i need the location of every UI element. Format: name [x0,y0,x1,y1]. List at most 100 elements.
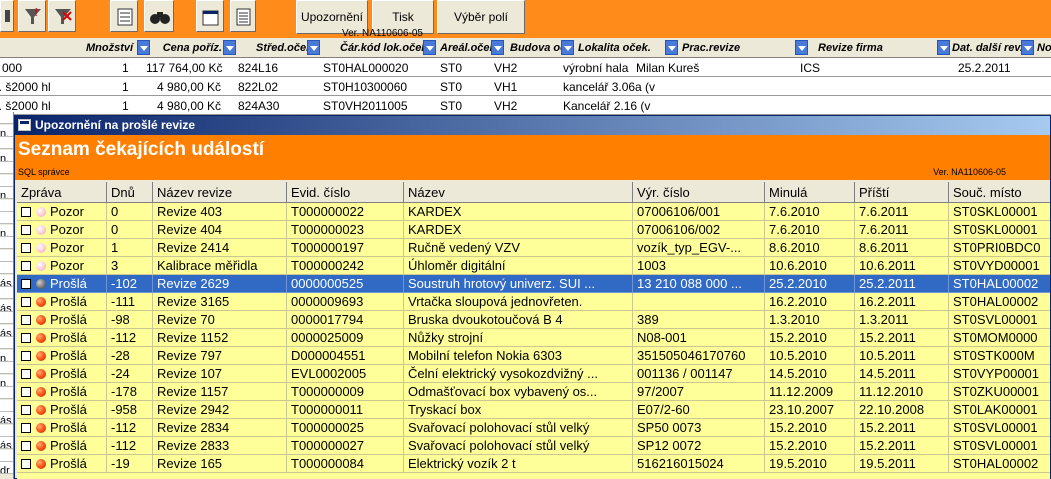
bg-left-cell [0,362,13,374]
table-row[interactable]: Prošlá -19 Revize 165 T000000084 Elektrický … [17,455,1050,473]
cell-dnu: -111 [107,293,153,311]
dropdown-arrow-icon[interactable] [137,40,150,55]
bg-col-header[interactable]: Lokalita oček. [578,38,678,58]
bg-left-cell [0,399,13,412]
row-checkbox[interactable] [21,459,31,469]
vyber-poli-button[interactable]: Výběr polí [437,0,525,34]
bg-table-row[interactable]: 000 1 117 764,00 Kč 824L16 ST0HAL000020 … [0,59,1051,77]
bg-col-header[interactable]: Střed.oček. [256,38,320,58]
cell-dnu: -24 [107,365,153,383]
toolbar-icon-1[interactable] [0,0,14,32]
table-row[interactable]: Prošlá -112 Revize 2834 T000000025 Svařovací… [17,419,1050,437]
dropdown-arrow-icon[interactable] [1021,40,1034,55]
bg-cell: 824A30 [238,99,280,113]
dropdown-arrow-icon[interactable] [561,40,574,55]
row-checkbox[interactable] [21,243,31,253]
cell-nazev: Tryskací box [404,401,633,419]
dialog-titlebar[interactable]: Upozornění na prošlé revize [15,116,1050,135]
find-icon[interactable] [144,0,174,32]
bg-col-header[interactable]: Dat. další rev. [952,38,1034,58]
dropdown-arrow-icon[interactable] [795,40,808,55]
row-checkbox[interactable] [21,261,31,271]
bg-cell: výrobní hala 1.3.2 [563,61,631,75]
row-checkbox[interactable] [21,315,31,325]
table-row[interactable]: Prošlá -178 Revize 1157 T000000009 Odmašťova… [17,383,1050,401]
column-header[interactable]: Zpráva [17,182,107,203]
column-header[interactable]: Výr. číslo [633,182,765,203]
cell-zprava: Pozor [17,239,107,257]
table-row[interactable]: Pozor 0 Revize 404 T000000023 KARDEX 07006106… [17,221,1050,239]
dropdown-arrow-icon[interactable] [937,40,950,55]
table-row[interactable]: Pozor 3 Kalibrace měřidla T000000242 Úhloměr… [17,257,1050,275]
properties-icon[interactable] [196,0,224,32]
cell-vyr: 13 210 088 000 ... [633,275,765,293]
dropdown-arrow-icon[interactable] [307,40,320,55]
row-checkbox[interactable] [21,333,31,343]
bg-col-header[interactable]: No [1037,38,1051,58]
bg-table-row[interactable]: n. š2000 hl 1 4 980,00 Kč 822L02 ST0H103… [0,78,1051,96]
cell-misto: ST0SVL00001 [949,311,1050,329]
table-row[interactable]: Prošlá -102 Revize 2629 0000000525 Soustruh … [17,275,1050,293]
bg-left-cell: n. [0,349,13,362]
dropdown-arrow-icon[interactable] [423,40,436,55]
cell-zprava: Pozor [17,257,107,275]
dropdown-arrow-icon[interactable] [665,40,678,55]
column-header[interactable]: Evid. číslo [287,182,404,203]
bg-col-header[interactable]: Množství [86,38,150,58]
cell-nazev-revize: Revize 797 [153,347,287,365]
row-checkbox[interactable] [21,207,31,217]
report-icon[interactable] [230,0,256,32]
table-row[interactable]: Pozor 1 Revize 2414 T000000197 Ručně vedený … [17,239,1050,257]
column-header[interactable]: Souč. místo [949,182,1050,203]
export-icon[interactable] [110,0,138,32]
table-row[interactable]: Prošlá -958 Revize 2942 T000000011 Tryskací … [17,401,1050,419]
cell-nazev-revize: Revize 70 [153,311,287,329]
zprava-label: Pozor [50,222,84,237]
table-row[interactable]: Prošlá -28 Revize 797 D000004551 Mobilní tel… [17,347,1050,365]
dropdown-arrow-icon[interactable] [223,40,236,55]
table-row[interactable]: Pozor 0 Revize 403 T000000022 KARDEX 07006106… [17,203,1050,221]
column-header[interactable]: Dnů [107,182,153,203]
cell-vyr: 1003 [633,257,765,275]
column-header[interactable]: Příští [855,182,949,203]
row-checkbox[interactable] [21,225,31,235]
filter-clear-icon[interactable] [48,0,76,32]
bg-col-header[interactable]: Prac.revize [682,38,808,58]
bg-col-header[interactable]: Revize firma [818,38,950,58]
bg-cell: VH2 [494,99,518,113]
cell-nazev-revize: Revize 1157 [153,383,287,401]
table-row[interactable]: Prošlá -98 Revize 70 0000017794 Bruska dvouk… [17,311,1050,329]
row-checkbox[interactable] [21,423,31,433]
status-dot-icon [36,279,46,289]
bg-col-header[interactable]: Areál.oček. [440,38,504,58]
bg-col-header[interactable]: Budova oček. [510,38,574,58]
cell-nazev: KARDEX [404,203,633,221]
column-header[interactable]: Název revize [153,182,287,203]
table-row[interactable]: Prošlá -112 Revize 2833 T000000027 Svařovací… [17,437,1050,455]
bg-col-header[interactable]: Čár.kód lok.oček. [340,38,436,58]
cell-vyr: 07006106/002 [633,221,765,239]
column-header[interactable]: Název [404,182,633,203]
row-checkbox[interactable] [21,441,31,451]
cell-zprava: Prošlá [17,401,107,419]
cell-nazev-revize: Revize 2942 [153,401,287,419]
bg-table-row[interactable]: n. š2000 hl 1 4 980,00 Kč 824A30 ST0VH20… [0,97,1051,115]
bg-col-header[interactable]: Cena poříz. [152,38,236,58]
bg-left-cell [0,237,13,249]
row-checkbox[interactable] [21,387,31,397]
table-row[interactable]: Prošlá -112 Revize 1152 0000025009 Nůžky str… [17,329,1050,347]
table-row[interactable]: Prošlá -111 Revize 3165 0000009693 Vrtačka s… [17,293,1050,311]
zprava-label: Pozor [50,240,84,255]
row-checkbox[interactable] [21,297,31,307]
row-checkbox[interactable] [21,351,31,361]
bg-cell: n. š2000 hl [0,80,51,94]
row-checkbox[interactable] [21,369,31,379]
table-row[interactable]: Prošlá -24 Revize 107 EVL0002005 Čelní elekt… [17,365,1050,383]
cell-nazev-revize: Revize 107 [153,365,287,383]
column-header[interactable]: Minulá [765,182,855,203]
row-checkbox[interactable] [21,405,31,415]
row-checkbox[interactable] [21,279,31,289]
filter-icon[interactable]: ! [18,0,46,32]
cell-zprava: Prošlá [17,275,107,293]
dropdown-arrow-icon[interactable] [491,40,504,55]
